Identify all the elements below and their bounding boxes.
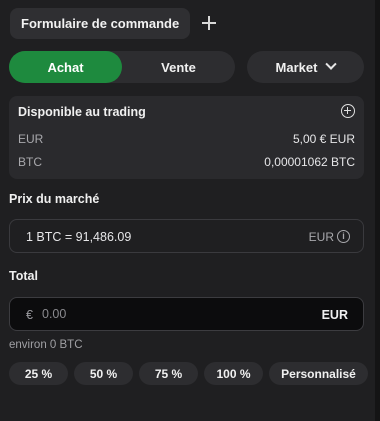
add-tab-plus-icon[interactable] xyxy=(201,15,217,31)
total-field: € EUR xyxy=(9,297,364,331)
balance-amount: 5,00 € EUR xyxy=(292,132,355,146)
pct-50-button[interactable]: 50 % xyxy=(74,362,133,385)
pct-label: Personnalisé xyxy=(281,366,356,381)
pct-custom-button[interactable]: Personnalisé xyxy=(269,362,368,385)
market-price-unit: EUR xyxy=(308,230,334,244)
market-price-value: 1 BTC = 91,486.09 xyxy=(26,230,132,244)
pct-label: 25 % xyxy=(24,366,53,381)
tab-order-form-label: Formulaire de commande xyxy=(21,15,180,31)
euro-symbol: € xyxy=(26,308,33,322)
chevron-down-icon xyxy=(325,58,338,70)
percentage-buttons: 25 % 50 % 75 % 100 % Personnalisé xyxy=(9,362,368,385)
pct-100-button[interactable]: 100 % xyxy=(204,362,263,385)
pct-label: 50 % xyxy=(89,366,118,381)
buy-button-label: Achat xyxy=(47,59,84,75)
available-balance-card: Disponible au trading EUR 5,00 € EUR BTC… xyxy=(9,96,364,179)
order-type-label: Market xyxy=(275,59,318,75)
buy-button[interactable]: Achat xyxy=(9,51,122,83)
info-icon[interactable]: i xyxy=(337,230,350,243)
scrollbar[interactable] xyxy=(375,0,380,421)
balance-row-eur: EUR 5,00 € EUR xyxy=(18,132,355,146)
pct-25-button[interactable]: 25 % xyxy=(9,362,68,385)
order-form-panel: Formulaire de commande Achat Vente Marke… xyxy=(0,0,375,421)
plus-circle-icon[interactable] xyxy=(341,104,355,118)
market-price-field: 1 BTC = 91,486.09 EUR i xyxy=(9,219,364,253)
available-title: Disponible au trading xyxy=(18,105,146,119)
buy-sell-toggle: Achat Vente xyxy=(9,51,235,83)
sell-button-label: Vente xyxy=(161,59,196,75)
pct-75-button[interactable]: 75 % xyxy=(139,362,198,385)
balance-amount: 0,00001062 BTC xyxy=(264,155,355,169)
tab-order-form[interactable]: Formulaire de commande xyxy=(10,7,191,39)
sell-button[interactable]: Vente xyxy=(122,51,235,83)
pct-label: 75 % xyxy=(154,366,183,381)
total-unit: EUR xyxy=(321,308,348,322)
approx-btc-text: environ 0 BTC xyxy=(9,339,83,351)
order-type-dropdown[interactable]: Market xyxy=(247,51,364,83)
total-amount-input[interactable] xyxy=(42,304,242,324)
market-price-label: Prix du marché xyxy=(9,192,100,206)
balance-row-btc: BTC 0,00001062 BTC xyxy=(18,155,355,169)
balance-asset: BTC xyxy=(18,155,42,169)
total-label: Total xyxy=(9,269,38,283)
balance-asset: EUR xyxy=(18,132,44,146)
tab-bar: Formulaire de commande xyxy=(10,7,217,39)
pct-label: 100 % xyxy=(216,366,251,381)
